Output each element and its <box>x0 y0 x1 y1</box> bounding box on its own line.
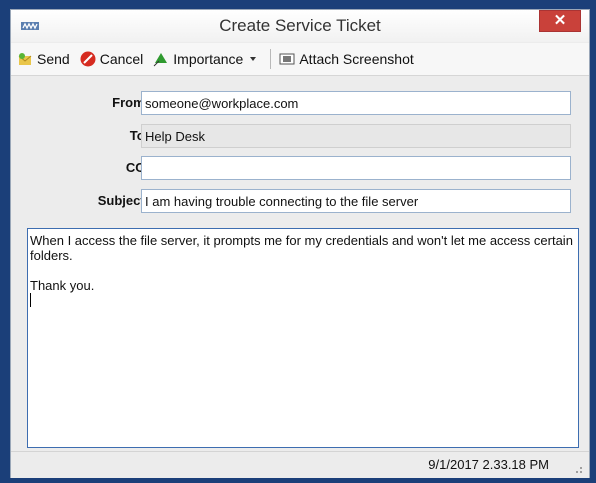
chevron-down-icon <box>250 57 257 61</box>
cancel-label: Cancel <box>99 51 144 67</box>
cc-field[interactable] <box>141 156 571 180</box>
to-row: To: Help Desk <box>11 124 589 148</box>
cancel-button[interactable]: Cancel <box>80 51 144 67</box>
close-button[interactable]: ✕ <box>539 10 581 32</box>
status-bar: 9/1/2017 2.33.18 PM <box>11 451 589 478</box>
from-row: From: someone@workplace.com <box>11 91 589 115</box>
subject-row: Subject: I am having trouble connecting … <box>11 189 589 213</box>
send-icon <box>18 53 32 65</box>
toolbar-separator <box>270 49 272 69</box>
importance-label: Importance <box>173 51 244 67</box>
send-button[interactable]: Send <box>17 51 70 67</box>
attach-label: Attach Screenshot <box>299 51 414 67</box>
service-ticket-window: Create Service Ticket ✕ Send Cancel Impo… <box>10 9 590 478</box>
timestamp: 9/1/2017 2.33.18 PM <box>428 457 549 472</box>
importance-dropdown[interactable]: Importance <box>153 51 262 67</box>
close-icon: ✕ <box>553 12 567 29</box>
to-field: Help Desk <box>141 124 571 148</box>
cc-row: CC: <box>11 156 589 180</box>
body-paragraph: When I access the file server, it prompt… <box>30 233 573 263</box>
toolbar: Send Cancel Importance Attach Screenshot <box>11 43 589 76</box>
body-paragraph: Thank you. <box>30 278 95 293</box>
text-caret <box>30 293 31 307</box>
attach-screenshot-button[interactable]: Attach Screenshot <box>279 51 414 67</box>
subject-field[interactable]: I am having trouble connecting to the fi… <box>141 189 571 213</box>
importance-icon <box>153 53 168 67</box>
message-body-textarea[interactable]: When I access the file server, it prompt… <box>27 228 579 448</box>
screenshot-icon <box>279 53 295 65</box>
send-label: Send <box>37 51 70 67</box>
title-bar[interactable]: Create Service Ticket ✕ <box>11 10 589 42</box>
window-title: Create Service Ticket <box>219 16 381 35</box>
resize-grip-icon[interactable] <box>573 464 583 474</box>
cancel-icon <box>80 51 96 67</box>
from-field[interactable]: someone@workplace.com <box>141 91 571 115</box>
